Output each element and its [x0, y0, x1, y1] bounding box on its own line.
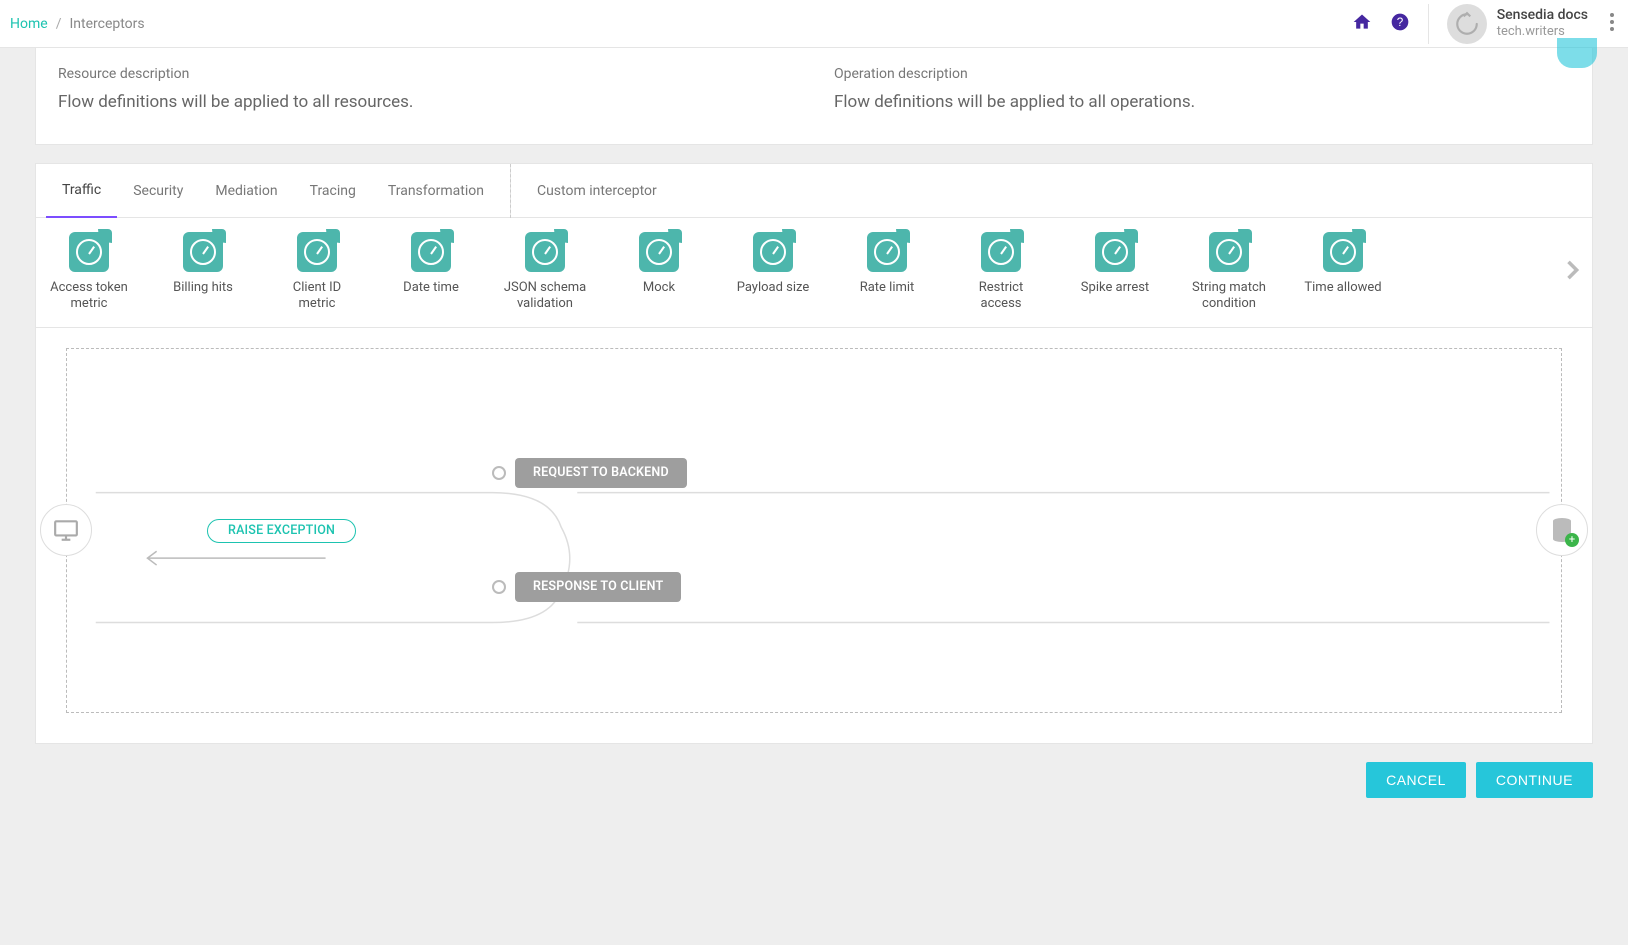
- gauge-icon: [753, 232, 793, 272]
- tab-transformation[interactable]: Transformation: [372, 164, 500, 218]
- gauge-icon: [411, 232, 451, 272]
- interceptor-item[interactable]: Time allowed: [1300, 232, 1386, 296]
- tabs: Traffic Security Mediation Tracing Trans…: [36, 164, 1592, 218]
- interceptor-label: Billing hits: [173, 280, 233, 296]
- add-backend-icon[interactable]: +: [1565, 533, 1579, 547]
- interceptor-item[interactable]: Billing hits: [160, 232, 246, 296]
- interceptor-item[interactable]: String match condition: [1186, 232, 1272, 313]
- request-dot[interactable]: [492, 466, 506, 480]
- tab-divider: [510, 164, 511, 218]
- tab-mediation[interactable]: Mediation: [199, 164, 293, 218]
- help-icon[interactable]: ?: [1390, 12, 1410, 36]
- home-icon[interactable]: [1352, 12, 1372, 36]
- gauge-icon: [981, 232, 1021, 272]
- gauge-icon: [639, 232, 679, 272]
- interceptor-label: Payload size: [737, 280, 810, 296]
- interceptor-label: Rate limit: [860, 280, 915, 296]
- gauge-icon: [297, 232, 337, 272]
- flow-lines: [67, 349, 1561, 768]
- breadcrumb-home[interactable]: Home: [10, 16, 48, 32]
- interceptor-label: JSON schema validation: [504, 280, 586, 313]
- raise-exception-pill[interactable]: RAISE EXCEPTION: [207, 519, 356, 543]
- flow-canvas[interactable]: + REQUEST TO BACKEND RESPONSE TO CLIENT …: [66, 348, 1562, 713]
- resource-description-value: Flow definitions will be applied to all …: [58, 92, 794, 112]
- gauge-icon: [69, 232, 109, 272]
- resource-description: Resource description Flow definitions wi…: [58, 66, 794, 112]
- request-to-backend-pill[interactable]: REQUEST TO BACKEND: [515, 458, 687, 488]
- client-node: [40, 504, 92, 556]
- breadcrumb-separator: /: [56, 16, 62, 32]
- resource-description-label: Resource description: [58, 66, 794, 82]
- svg-text:?: ?: [1396, 16, 1403, 29]
- interceptor-item[interactable]: Spike arrest: [1072, 232, 1158, 296]
- interceptor-label: Spike arrest: [1081, 280, 1149, 296]
- tab-custom[interactable]: Custom interceptor: [521, 164, 673, 218]
- interceptor-label: Date time: [403, 280, 459, 296]
- breadcrumb: Home / Interceptors: [10, 16, 145, 32]
- interceptor-item[interactable]: Date time: [388, 232, 474, 296]
- gauge-icon: [525, 232, 565, 272]
- interceptor-label: Restrict access: [958, 280, 1044, 313]
- user-text: Sensedia docs tech.writers: [1497, 7, 1588, 39]
- topbar-divider: [1428, 4, 1429, 44]
- tab-traffic[interactable]: Traffic: [46, 164, 117, 218]
- interceptor-label: Time allowed: [1304, 280, 1381, 296]
- avatar: [1447, 4, 1487, 44]
- interceptor-item[interactable]: JSON schema validation: [502, 232, 588, 313]
- toggle-chip[interactable]: [1557, 38, 1597, 68]
- interceptor-item[interactable]: Client ID metric: [274, 232, 360, 313]
- gauge-icon: [1323, 232, 1363, 272]
- response-to-client-pill[interactable]: RESPONSE TO CLIENT: [515, 572, 681, 602]
- gauge-icon: [183, 232, 223, 272]
- interceptor-label: Mock: [643, 280, 675, 296]
- scroll-right-icon[interactable]: [1558, 256, 1586, 288]
- backend-node[interactable]: +: [1536, 504, 1588, 556]
- interceptor-item[interactable]: Payload size: [730, 232, 816, 296]
- user-name: Sensedia docs: [1497, 7, 1588, 24]
- interceptor-palette: Access token metric Billing hits Client ID…: [36, 218, 1592, 328]
- interceptors-card: Traffic Security Mediation Tracing Trans…: [35, 163, 1593, 744]
- interceptor-label: String match condition: [1192, 280, 1266, 313]
- kebab-menu-icon[interactable]: [1606, 13, 1618, 35]
- interceptor-item[interactable]: Restrict access: [958, 232, 1044, 313]
- interceptor-item[interactable]: Mock: [616, 232, 702, 296]
- flow-area: + REQUEST TO BACKEND RESPONSE TO CLIENT …: [36, 328, 1592, 743]
- gauge-icon: [867, 232, 907, 272]
- interceptor-item[interactable]: Rate limit: [844, 232, 930, 296]
- gauge-icon: [1209, 232, 1249, 272]
- operation-description-value: Flow definitions will be applied to all …: [834, 92, 1570, 112]
- interceptor-label: Access token metric: [50, 280, 128, 313]
- descriptions-card: Resource description Flow definitions wi…: [35, 48, 1593, 145]
- tab-security[interactable]: Security: [117, 164, 199, 218]
- operation-description-label: Operation description: [834, 66, 1570, 82]
- interceptor-item[interactable]: Access token metric: [46, 232, 132, 313]
- response-dot[interactable]: [492, 580, 506, 594]
- tab-tracing[interactable]: Tracing: [294, 164, 372, 218]
- gauge-icon: [1095, 232, 1135, 272]
- operation-description: Operation description Flow definitions w…: [834, 66, 1570, 112]
- topbar: Home / Interceptors ? Sensedia docs tech…: [0, 0, 1628, 48]
- breadcrumb-current: Interceptors: [69, 16, 144, 32]
- interceptor-label: Client ID metric: [274, 280, 360, 313]
